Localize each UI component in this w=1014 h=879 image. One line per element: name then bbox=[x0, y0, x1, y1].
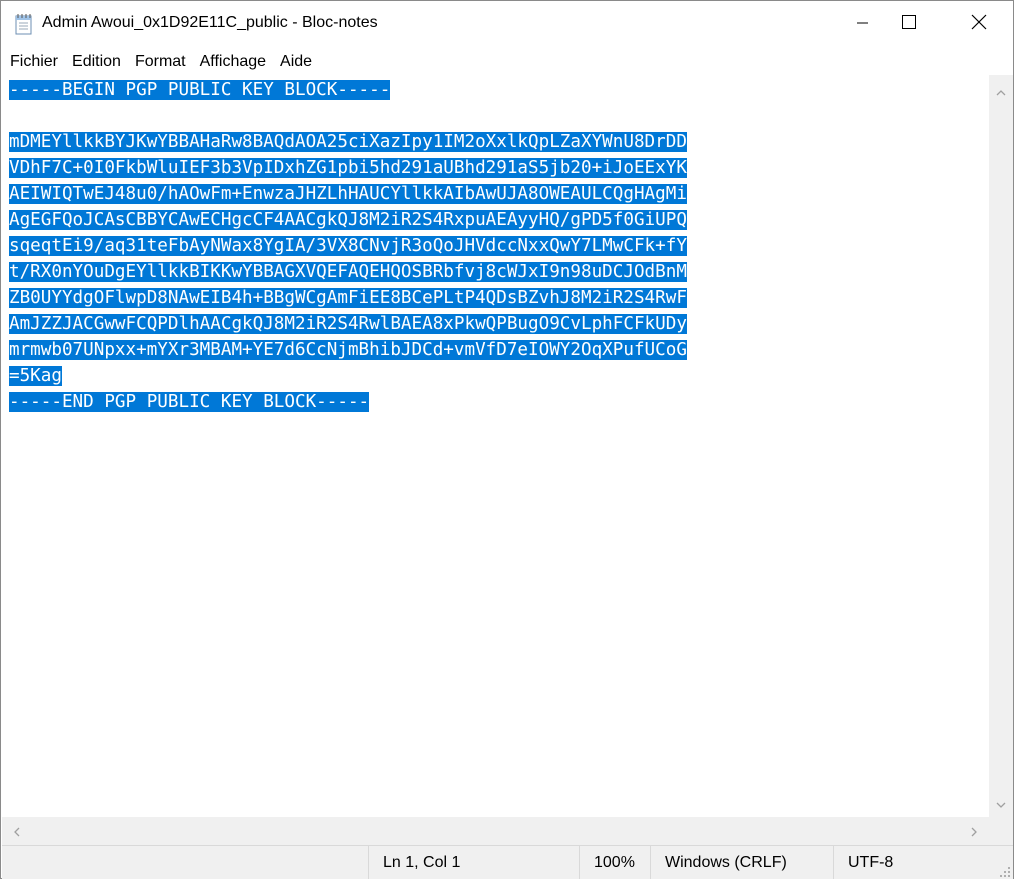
window-title: Admin Awoui_0x1D92E11C_public - Bloc-not… bbox=[42, 14, 378, 31]
menu-bar: Fichier Edition Format Affichage Aide bbox=[1, 48, 1013, 75]
notepad-window: Admin Awoui_0x1D92E11C_public - Bloc-not… bbox=[0, 0, 1014, 879]
text-line[interactable]: VDhF7C+0I0FkbWluIEF3b3VpIDxhZG1pbi5hd291… bbox=[9, 158, 687, 178]
scrollbar-corner bbox=[989, 817, 1013, 845]
menu-affichage[interactable]: Affichage bbox=[193, 48, 273, 75]
encoding: UTF-8 bbox=[833, 846, 993, 879]
chevron-up-icon bbox=[996, 81, 1006, 100]
chevron-left-icon bbox=[14, 822, 20, 841]
maximize-icon bbox=[902, 14, 916, 33]
text-line[interactable]: AmJZZJACGwwFCQPDlhAACgkQJ8M2iR2S4RwlBAEA… bbox=[9, 314, 687, 334]
text-line[interactable]: mDMEYllkkBYJKwYBBAHaRw8BAQdAOA25ciXazIpy… bbox=[9, 132, 687, 152]
text-line[interactable]: -----BEGIN PGP PUBLIC KEY BLOCK----- bbox=[9, 80, 391, 100]
menu-edition[interactable]: Edition bbox=[65, 48, 128, 75]
menu-fichier[interactable]: Fichier bbox=[3, 48, 65, 75]
text-line[interactable]: AEIWIQTwEJ48u0/hAOwFm+EnwzaJHZLhHAUCYllk… bbox=[9, 184, 687, 204]
text-line[interactable]: ZB0UYYdgOFlwpD8NAwEIB4h+BBgWCgAmFiEE8BCe… bbox=[9, 288, 687, 308]
menu-aide[interactable]: Aide bbox=[273, 48, 319, 75]
minimize-icon bbox=[857, 14, 869, 33]
chevron-right-icon bbox=[971, 822, 977, 841]
scroll-up-button[interactable] bbox=[989, 75, 1013, 105]
text-line[interactable]: -----END PGP PUBLIC KEY BLOCK----- bbox=[9, 392, 370, 412]
line-ending: Windows (CRLF) bbox=[650, 846, 833, 879]
text-line[interactable]: t/RX0nYOuDgEYllkkBIKKwYBBAGXVQEFAQEHQOSB… bbox=[9, 262, 687, 282]
chevron-down-icon bbox=[996, 793, 1006, 812]
zoom-level: 100% bbox=[579, 846, 650, 879]
resize-grip-icon[interactable] bbox=[997, 863, 1011, 877]
close-icon bbox=[971, 14, 987, 34]
notepad-icon[interactable] bbox=[14, 13, 34, 35]
text-editor[interactable]: -----BEGIN PGP PUBLIC KEY BLOCK----- mDM… bbox=[2, 75, 989, 817]
text-line[interactable]: AgEGFQoJCAsCBBYCAwECHgcCF4AACgkQJ8M2iR2S… bbox=[9, 210, 687, 230]
text-line[interactable]: sqeqtEi9/aq31teFbAyNWax8YgIA/3VX8CNvjR3o… bbox=[9, 236, 687, 256]
maximize-button[interactable] bbox=[886, 1, 932, 46]
horizontal-scrollbar[interactable] bbox=[2, 817, 989, 845]
cursor-position: Ln 1, Col 1 bbox=[368, 846, 579, 879]
minimize-button[interactable] bbox=[840, 1, 886, 46]
scroll-right-button[interactable] bbox=[959, 817, 989, 845]
title-bar[interactable]: Admin Awoui_0x1D92E11C_public - Bloc-not… bbox=[1, 1, 1013, 46]
status-bar: Ln 1, Col 1 100% Windows (CRLF) UTF-8 bbox=[2, 845, 1013, 879]
text-line[interactable]: =5Kag bbox=[9, 366, 62, 386]
vertical-scrollbar[interactable] bbox=[989, 75, 1013, 817]
close-button[interactable] bbox=[956, 1, 1002, 46]
menu-format[interactable]: Format bbox=[128, 48, 193, 75]
scroll-down-button[interactable] bbox=[989, 787, 1013, 817]
text-line[interactable]: mrmwb07UNpxx+mYXr3MBAM+YE7d6CcNjmBhibJDC… bbox=[9, 340, 687, 360]
scroll-left-button[interactable] bbox=[2, 817, 32, 845]
